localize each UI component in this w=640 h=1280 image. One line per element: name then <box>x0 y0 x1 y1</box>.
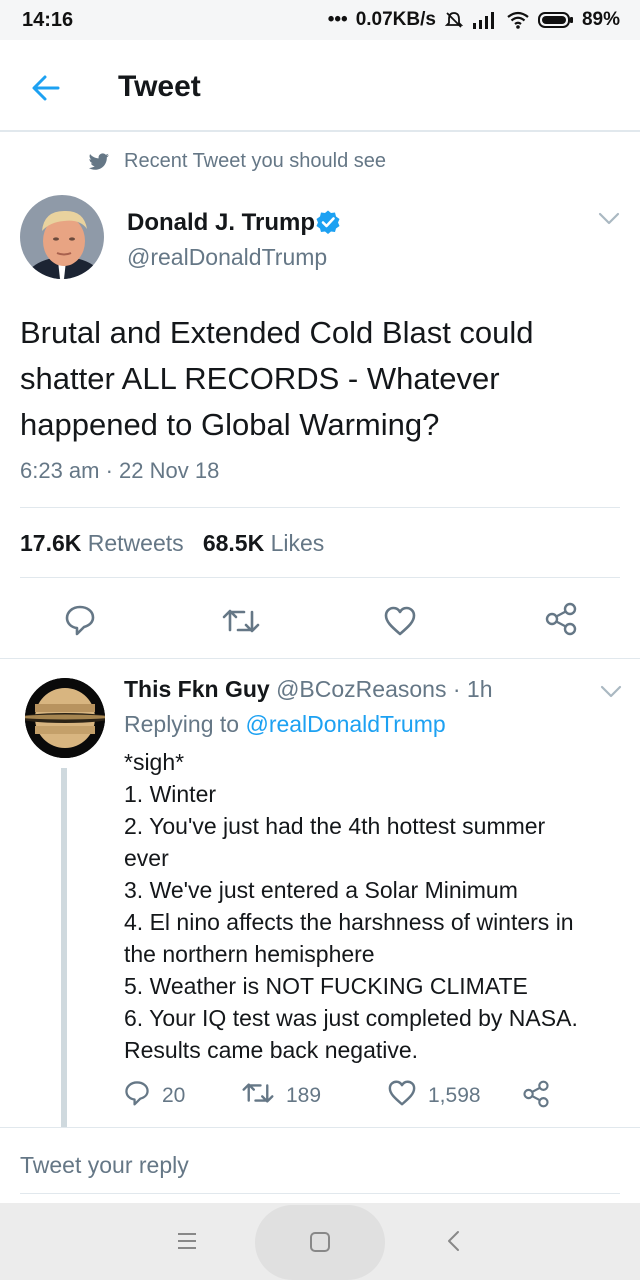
avatar[interactable] <box>20 195 104 279</box>
reply-line: ever <box>124 845 169 871</box>
menu-icon[interactable] <box>176 1230 198 1257</box>
reply-time: 1h <box>466 676 493 702</box>
wifi-icon <box>506 11 530 29</box>
reply-header: This Fkn Guy @BCozReasons · 1h <box>124 676 493 703</box>
status-time: 14:16 <box>22 9 74 31</box>
likes-label: Likes <box>270 530 325 556</box>
thread-line <box>61 768 67 1128</box>
tweet-text: Brutal and Extended Cold Blast could sha… <box>20 315 534 442</box>
reply-line: 6. Your IQ test was just completed by NA… <box>124 1005 578 1031</box>
reply-input[interactable]: Tweet your reply <box>20 1152 189 1179</box>
twitter-bird-icon <box>88 153 110 176</box>
divider <box>20 577 620 578</box>
reply-author-handle[interactable]: @BCozReasons <box>276 676 446 702</box>
reply-author-name[interactable]: This Fkn Guy <box>124 676 270 702</box>
retweet-icon[interactable] <box>222 606 260 641</box>
like-heart-icon <box>388 1080 416 1112</box>
retweet-icon <box>242 1080 274 1112</box>
like-count: 1,598 <box>428 1084 481 1107</box>
reply-like-action[interactable]: 1,598 <box>388 1080 481 1112</box>
reply-icon <box>124 1080 150 1112</box>
dots-icon: ••• <box>327 9 348 30</box>
retweets-label: Retweets <box>87 530 184 556</box>
replying-to-link[interactable]: @realDonaldTrump <box>245 711 445 737</box>
likes-count: 68.5K <box>202 530 265 556</box>
back-arrow-icon[interactable] <box>30 72 62 109</box>
reply-line: *sigh* <box>124 749 185 775</box>
section-divider <box>0 1127 640 1128</box>
status-indicators: ••• 0.07KB/s 89% <box>328 9 620 31</box>
retweets-stat[interactable]: 17.6K Retweets <box>20 530 184 556</box>
reply-chevron-down-icon[interactable] <box>600 685 622 704</box>
reply-icon[interactable] <box>64 604 96 641</box>
signal-icon <box>472 11 498 29</box>
retweets-count: 17.6K <box>20 530 82 556</box>
section-divider <box>0 658 640 659</box>
reply-line: 3. We've just entered a Solar Minimum <box>124 877 518 903</box>
tweet-stats: 17.6K Retweets 68.5K Likes <box>20 530 324 557</box>
reply-text: *sigh* 1. Winter 2. You've just had the … <box>124 746 624 1066</box>
reply-line: 5. Weather is NOT FUCKING CLIMATE <box>124 973 528 999</box>
battery-icon <box>537 11 574 29</box>
author-handle[interactable]: @realDonaldTrump <box>127 244 327 271</box>
share-icon[interactable] <box>544 602 578 641</box>
divider <box>20 507 620 508</box>
reply-input-underline <box>20 1193 620 1194</box>
reply-line: the northern hemisphere <box>124 941 375 967</box>
reply-count: 20 <box>162 1084 186 1107</box>
replying-to: Replying to @realDonaldTrump <box>124 711 446 738</box>
replying-prefix: Replying to <box>124 711 240 737</box>
reply-line: 1. Winter <box>124 781 217 807</box>
share-icon[interactable] <box>522 1080 550 1113</box>
reply-reply-action[interactable]: 20 <box>124 1080 185 1112</box>
tweet-timestamp: 6:23 am · 22 Nov 18 <box>20 458 220 483</box>
app-header <box>0 40 640 132</box>
likes-stat[interactable]: 68.5K Likes <box>203 530 324 556</box>
chevron-down-icon[interactable] <box>598 212 620 231</box>
retweet-count: 189 <box>286 1084 322 1107</box>
reply-avatar[interactable] <box>25 678 105 758</box>
mute-icon <box>444 10 464 30</box>
back-icon[interactable] <box>446 1229 462 1258</box>
reply-retweet-action[interactable]: 189 <box>242 1080 321 1112</box>
network-speed: 0.07KB/s <box>355 9 436 30</box>
author-name[interactable]: Donald J. Trump <box>127 209 315 237</box>
verified-badge-icon <box>315 209 341 240</box>
like-heart-icon[interactable] <box>384 606 416 641</box>
battery-percent: 89% <box>581 9 620 30</box>
recent-tweet-label: Recent Tweet you should see <box>124 150 387 172</box>
home-icon[interactable] <box>308 1230 332 1259</box>
reply-separator: · <box>452 676 461 702</box>
page-title: Tweet <box>118 70 201 103</box>
reply-line: 2. You've just had the 4th hottest summe… <box>124 813 546 839</box>
reply-line: 4. El nino affects the harshness of wint… <box>124 909 574 935</box>
reply-line: Results came back negative. <box>124 1037 419 1063</box>
